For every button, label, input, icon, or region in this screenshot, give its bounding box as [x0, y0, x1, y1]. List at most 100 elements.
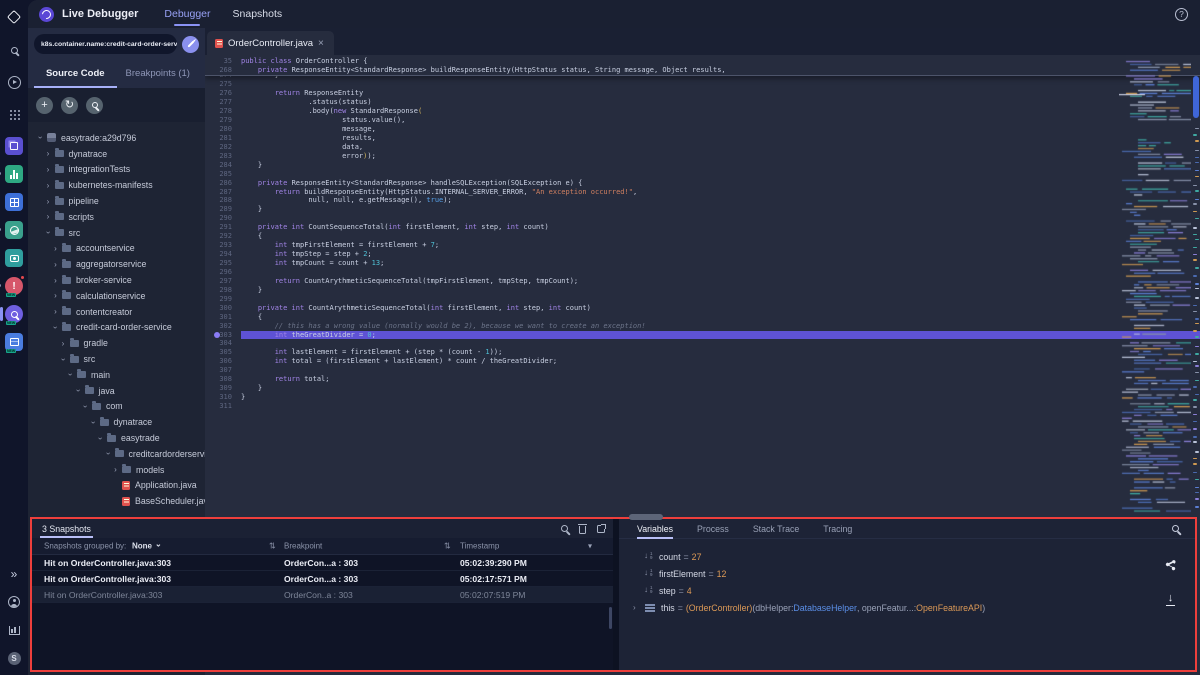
code-line-277[interactable]: 277.status(status): [205, 98, 1200, 107]
expand-chevron-icon[interactable]: ›: [633, 603, 645, 612]
tree-item-accountservice[interactable]: ›accountservice: [28, 241, 205, 257]
code-line-289[interactable]: 289}: [205, 205, 1200, 214]
code-line-295[interactable]: 295int tmpCount = count + 13;: [205, 259, 1200, 268]
tree-item-broker-service[interactable]: ›broker-service: [28, 272, 205, 288]
chevron-icon[interactable]: ›: [44, 197, 53, 206]
code-line-286[interactable]: 286private ResponseEntity<StandardRespon…: [205, 178, 1200, 187]
code-line-281[interactable]: 281results,: [205, 133, 1200, 142]
code-line-310[interactable]: 310}: [205, 393, 1200, 402]
code-line-275[interactable]: 275: [205, 80, 1200, 89]
chevron-icon[interactable]: ›: [111, 465, 120, 474]
tree-item-models[interactable]: ›models: [28, 462, 205, 478]
code-line-291[interactable]: 291private int CountSequenceTotal(int fi…: [205, 223, 1200, 232]
cube-app-icon[interactable]: [5, 137, 23, 155]
chevron-icon[interactable]: ›: [59, 355, 68, 364]
apps-grid-icon[interactable]: [5, 105, 23, 123]
charts-app-icon[interactable]: [5, 165, 23, 183]
variable-row-step[interactable]: step=4: [633, 582, 1195, 599]
code-line-288[interactable]: 288null, null, e.getMessage(), true);: [205, 196, 1200, 205]
chevron-icon[interactable]: ›: [51, 276, 60, 285]
tab-breakpoints[interactable]: Breakpoints (1): [117, 58, 200, 88]
download-icon[interactable]: ↓: [1166, 594, 1175, 606]
chevron-icon[interactable]: ›: [89, 418, 98, 427]
chevron-icon[interactable]: ›: [44, 165, 53, 174]
code-line-296[interactable]: 296: [205, 268, 1200, 277]
close-tab-icon[interactable]: [318, 38, 324, 49]
chevron-icon[interactable]: ›: [51, 244, 60, 253]
tree-item-credit-card-order-service[interactable]: ›credit-card-order-service: [28, 320, 205, 336]
tree-item-com[interactable]: ›com: [28, 399, 205, 415]
code-line-309[interactable]: 309}: [205, 384, 1200, 393]
column-breakpoint[interactable]: Breakpoint: [284, 542, 322, 551]
code-line-284[interactable]: 284}: [205, 160, 1200, 169]
tab-source-code[interactable]: Source Code: [34, 58, 117, 88]
code-line-302[interactable]: 302// this has a wrong value (normally w…: [205, 321, 1200, 330]
code-line-304[interactable]: 304: [205, 339, 1200, 348]
code-line-35[interactable]: 35public class OrderController {: [205, 57, 1200, 66]
code-line-287[interactable]: 287return buildResponseEntity(HttpStatus…: [205, 187, 1200, 196]
tree-item-src[interactable]: ›src: [28, 351, 205, 367]
tree-item-java[interactable]: ›java: [28, 383, 205, 399]
minimap[interactable]: [1119, 56, 1191, 516]
search-icon[interactable]: [1172, 525, 1179, 532]
code-line-279[interactable]: 279status.value(),: [205, 116, 1200, 125]
open-external-icon[interactable]: [597, 525, 605, 533]
filter-query-input[interactable]: k8s.container.name:credit-card-order-ser…: [34, 34, 177, 54]
search-button[interactable]: [86, 97, 103, 114]
expand-rail-icon[interactable]: [5, 565, 23, 583]
column-timestamp[interactable]: Timestamp: [460, 542, 499, 551]
chevron-icon[interactable]: ›: [66, 370, 75, 379]
code-line-297[interactable]: 297return CountArythmeticSequenceTotal(t…: [205, 276, 1200, 285]
tab-debugger[interactable]: Debugger: [164, 0, 210, 28]
share-icon[interactable]: [1164, 559, 1177, 572]
tab-stack-trace[interactable]: Stack Trace: [753, 519, 799, 539]
chevron-icon[interactable]: ›: [51, 323, 60, 332]
code-line-280[interactable]: 280message,: [205, 125, 1200, 134]
code-line-290[interactable]: 290: [205, 214, 1200, 223]
code-line-276[interactable]: 276return ResponseEntity: [205, 89, 1200, 98]
refresh-button[interactable]: ↻: [61, 97, 78, 114]
grouped-by-select[interactable]: None: [132, 542, 162, 551]
window-app-icon[interactable]: [5, 193, 23, 211]
tree-item-basescheduler-java[interactable]: BaseScheduler.java: [28, 493, 205, 509]
chevron-icon[interactable]: ›: [44, 212, 53, 221]
add-button[interactable]: +: [36, 97, 53, 114]
tab-variables[interactable]: Variables: [637, 519, 673, 539]
code-line-298[interactable]: 298}: [205, 285, 1200, 294]
tree-item-gradle[interactable]: ›gradle: [28, 335, 205, 351]
sort-desc-icon[interactable]: [588, 542, 592, 551]
chevron-icon[interactable]: ›: [96, 434, 105, 443]
tree-item-application-java[interactable]: Application.java: [28, 478, 205, 494]
code-line-305[interactable]: 305int lastElement = firstElement + (ste…: [205, 348, 1200, 357]
chevron-icon[interactable]: ›: [81, 402, 90, 411]
help-icon[interactable]: [1175, 8, 1188, 21]
delete-icon[interactable]: [579, 526, 586, 534]
sphere-app-icon[interactable]: [5, 221, 23, 239]
tree-item-integrationtests[interactable]: ›integrationTests: [28, 162, 205, 178]
search-icon[interactable]: [561, 525, 568, 532]
tree-item-pipeline[interactable]: ›pipeline: [28, 193, 205, 209]
s-circle-icon[interactable]: S: [5, 649, 23, 667]
variable-row-this[interactable]: › this=(OrderController) (dbHelper: Data…: [633, 599, 1195, 616]
variable-row-count[interactable]: count=27: [633, 548, 1195, 565]
storage-app-icon[interactable]: NEW: [5, 333, 23, 351]
breakpoint-dot[interactable]: [214, 332, 220, 338]
sort-icon[interactable]: [444, 542, 451, 551]
snapshot-row[interactable]: Hit on OrderController.java:303 OrderCon…: [32, 587, 613, 603]
code-line-278[interactable]: 278.body(new StandardResponse(: [205, 107, 1200, 116]
code-line-268[interactable]: 268private ResponseEntity<StandardRespon…: [205, 66, 1200, 75]
tree-item-scripts[interactable]: ›scripts: [28, 209, 205, 225]
chevron-icon[interactable]: ›: [51, 307, 60, 316]
tree-item-aggregatorservice[interactable]: ›aggregatorservice: [28, 256, 205, 272]
chevron-icon[interactable]: ›: [104, 449, 113, 458]
tree-item-easytrade[interactable]: ›easytrade: [28, 430, 205, 446]
tree-item-dynatrace[interactable]: ›dynatrace: [28, 414, 205, 430]
tree-item-dynatrace[interactable]: ›dynatrace: [28, 146, 205, 162]
tree-item-main[interactable]: ›main: [28, 367, 205, 383]
reports-icon[interactable]: [5, 621, 23, 639]
code-line-292[interactable]: 292{: [205, 232, 1200, 241]
code-line-306[interactable]: 306int total = (firstElement + lastEleme…: [205, 357, 1200, 366]
snapshots-scrollbar[interactable]: [609, 607, 612, 629]
chevron-icon[interactable]: ›: [44, 228, 53, 237]
chevron-icon[interactable]: ›: [51, 291, 60, 300]
